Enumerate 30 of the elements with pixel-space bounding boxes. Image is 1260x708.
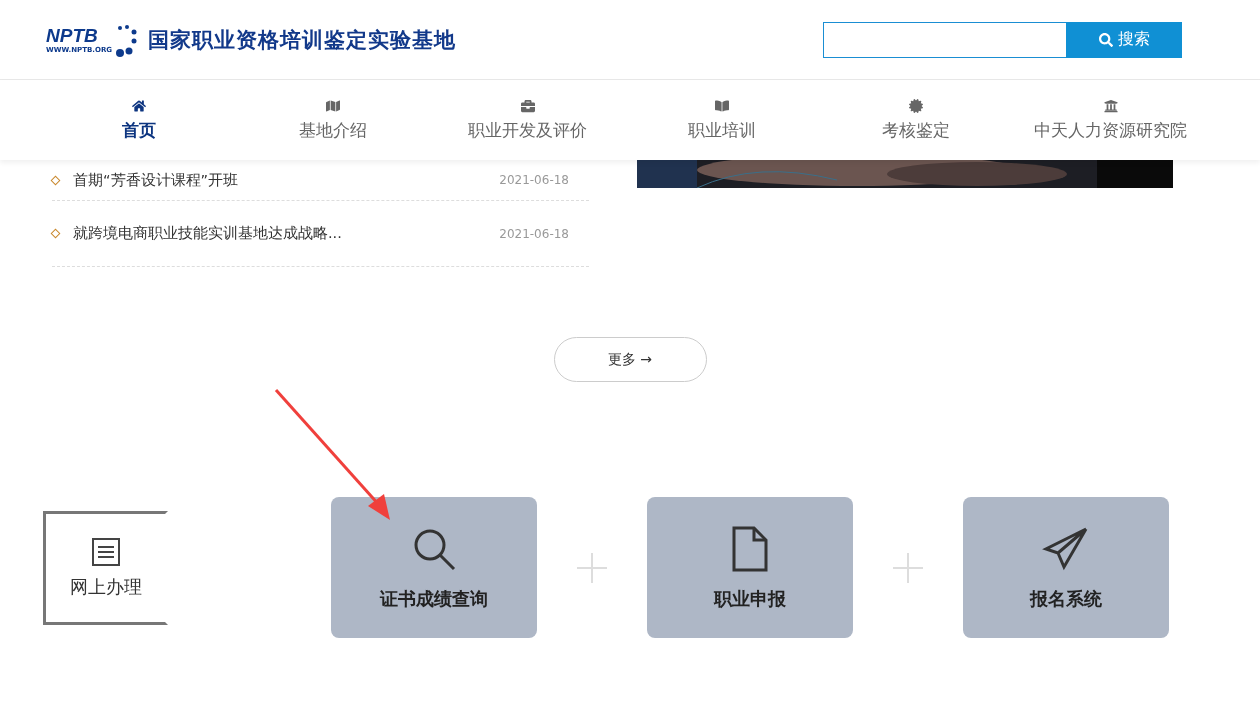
service-tile[interactable]: 职业申报	[647, 497, 853, 638]
more-button[interactable]: 更多 →	[553, 337, 707, 382]
news-date: 2021-06-18	[499, 226, 569, 241]
badge-icon	[909, 98, 924, 113]
service-tile[interactable]: 证书成绩查询	[331, 497, 537, 638]
search-button[interactable]: 搜索	[1066, 21, 1182, 58]
service-tile[interactable]: 报名系统	[963, 497, 1169, 638]
dots-icon	[116, 22, 139, 57]
newspaper-icon	[90, 536, 121, 567]
news-title[interactable]: 就跨境电商职业技能实训基地达成战略...	[73, 224, 486, 243]
nav-tab[interactable]: 职业培训	[625, 80, 820, 160]
search-field[interactable]	[823, 21, 1066, 58]
nav-tab[interactable]: 首页	[42, 80, 237, 160]
nav-tab[interactable]: 职业开发及评价	[430, 80, 625, 160]
bank-icon	[1103, 98, 1118, 113]
site-title: 国家职业资格培训鉴定实验基地	[148, 26, 457, 54]
nav-tab[interactable]: 基地介绍	[236, 80, 431, 160]
logo-text: NPTB	[46, 25, 99, 46]
news-title[interactable]: 首期“芳香设计课程”开班	[73, 170, 486, 190]
search-icon	[1098, 32, 1113, 47]
nav-tab[interactable]: 中天人力资源研究院	[1013, 80, 1208, 160]
plus-icon	[893, 552, 923, 583]
home-icon	[132, 98, 147, 113]
service-title: 网上办理	[69, 574, 142, 599]
news-date: 2021-06-18	[499, 173, 569, 187]
nav-tab[interactable]: 考核鉴定	[819, 80, 1014, 160]
plus-icon	[577, 552, 607, 583]
map-icon	[326, 98, 341, 113]
book-icon	[715, 98, 730, 113]
briefcase-icon	[520, 98, 535, 113]
